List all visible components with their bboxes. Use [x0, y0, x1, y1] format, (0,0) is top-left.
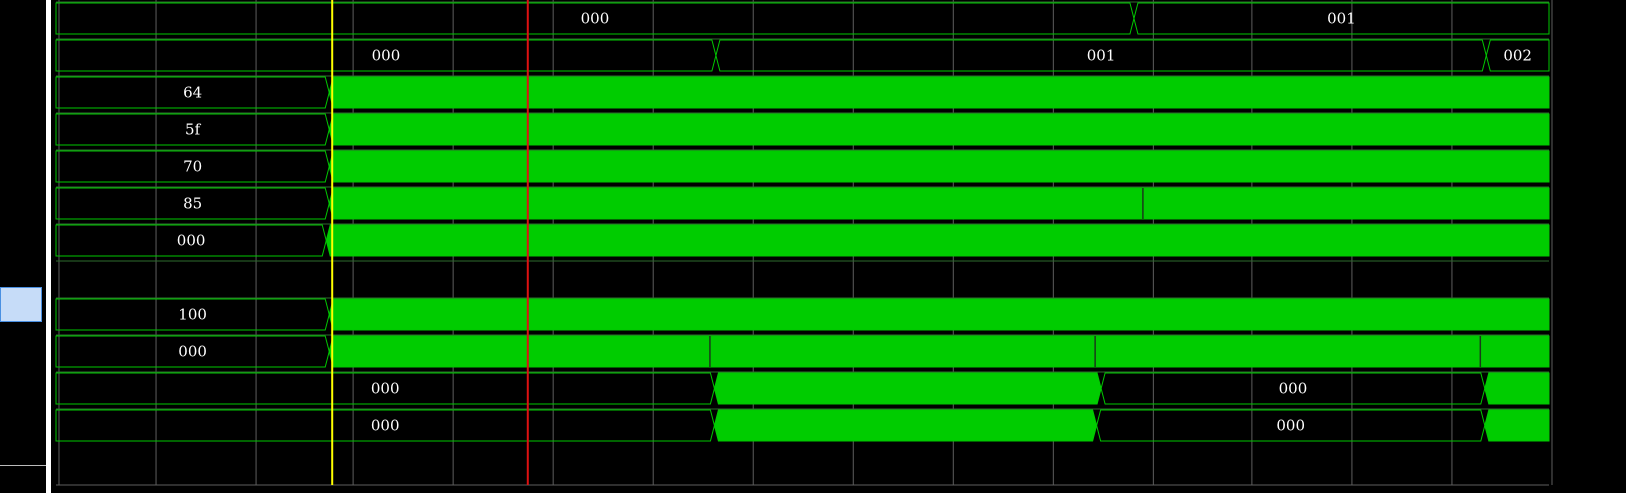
waveform-canvas[interactable]: 000 001 000 001 002 64 5f 70 85 000 100 000 000 000 00… [51, 0, 1626, 493]
bus-value-label: 000 [177, 232, 206, 250]
signal-name-panel[interactable] [0, 0, 46, 493]
dense-transition-fill [328, 298, 1550, 331]
bus-value-label: 000 [372, 47, 401, 65]
bus-value-label: 000 [371, 380, 400, 398]
bus-value-label: 000 [371, 417, 400, 435]
dense-transition-fill [328, 113, 1550, 146]
bus-value-label: 85 [183, 195, 202, 213]
bus-value-label: 000 [178, 343, 207, 361]
bus-value-label: 000 [581, 10, 610, 28]
dense-transition-fill [713, 409, 1098, 442]
dense-transition-fill [1484, 372, 1550, 405]
bus-value-label: 000 [1279, 380, 1308, 398]
bus-value-label: 002 [1503, 47, 1532, 65]
bus-value-label: 001 [1087, 47, 1116, 65]
bus-value-label: 64 [183, 84, 202, 102]
dense-transition-fill [1484, 409, 1550, 442]
dense-transition-fill [713, 372, 1102, 405]
dense-transition-fill [328, 335, 1550, 368]
dense-transition-fill [328, 150, 1550, 183]
panel-divider [0, 465, 46, 466]
bus-value-label: 001 [1327, 10, 1356, 28]
dense-transition-fill [325, 224, 1550, 257]
bus-value-label: 000 [1276, 417, 1305, 435]
bus-value-label: 70 [183, 158, 202, 176]
bus-value-label: 5f [185, 121, 202, 139]
dense-transition-fill [328, 187, 1550, 220]
selected-signal-highlight[interactable] [0, 287, 42, 322]
bus-value-label: 100 [178, 306, 207, 324]
dense-transition-fill [328, 76, 1550, 109]
waveform-svg[interactable]: 000 001 000 001 002 64 5f 70 85 000 100 000 000 000 00… [51, 0, 1626, 493]
